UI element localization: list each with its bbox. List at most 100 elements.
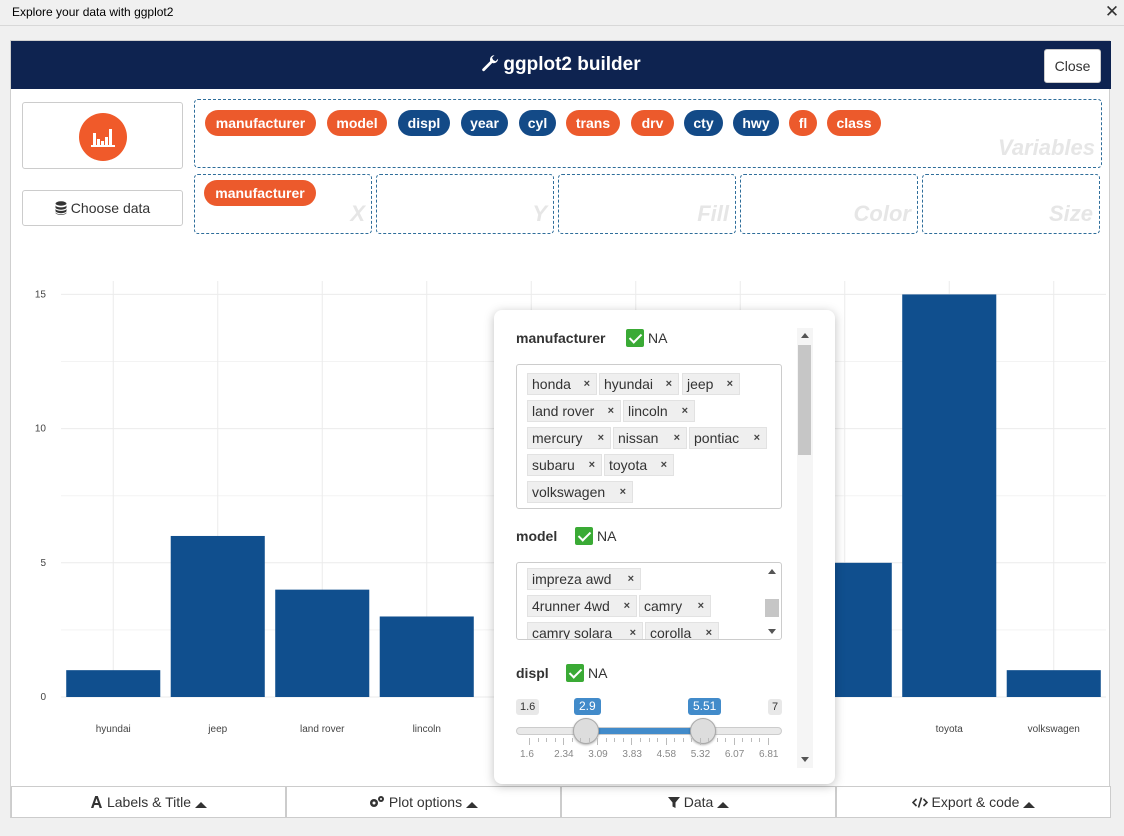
tag-label: land rover xyxy=(532,403,595,419)
tag-label: lincoln xyxy=(628,403,668,419)
remove-tag-icon[interactable]: × xyxy=(624,596,630,616)
remove-tag-icon[interactable]: × xyxy=(608,401,614,421)
tag-subaru[interactable]: subaru × xyxy=(527,454,602,476)
window-titlebar: Explore your data with ggplot2 ✕ xyxy=(0,0,1124,26)
manufacturer-na-checkbox[interactable] xyxy=(626,329,644,347)
remove-tag-icon[interactable]: × xyxy=(706,623,712,639)
displ-to-value: 5.51 xyxy=(688,698,722,715)
tag-honda[interactable]: honda × xyxy=(527,373,597,395)
slider-grid-tick xyxy=(639,738,641,742)
model-scroll-up-icon[interactable] xyxy=(768,569,776,574)
slider-grid-tick xyxy=(648,738,650,742)
tag-label: subaru xyxy=(532,457,575,473)
tag-label: mercury xyxy=(532,430,583,446)
panel-scroll-thumb[interactable] xyxy=(798,345,811,455)
displ-slider-from-handle[interactable] xyxy=(573,718,599,744)
remove-tag-icon[interactable]: × xyxy=(661,455,667,475)
bar-land-rover xyxy=(275,589,370,697)
tag-hyundai[interactable]: hyundai × xyxy=(599,373,679,395)
bar-toyota xyxy=(902,294,997,697)
manufacturer-na-label: NA xyxy=(648,330,668,346)
tag-impreza-awd[interactable]: impreza awd × xyxy=(527,568,641,590)
slider-grid-tick xyxy=(657,738,659,742)
scroll-down-icon[interactable] xyxy=(801,757,809,762)
displ-from-value: 2.9 xyxy=(574,698,601,715)
tag-jeep[interactable]: jeep × xyxy=(682,373,740,395)
tag-4runner-4wd[interactable]: 4runner 4wd × xyxy=(527,595,637,617)
remove-tag-icon[interactable]: × xyxy=(682,401,688,421)
slider-grid-tick xyxy=(708,738,710,742)
remove-tag-icon[interactable]: × xyxy=(630,623,636,639)
slider-grid-tick xyxy=(529,738,530,745)
tab-labels-title[interactable]: Labels & Title xyxy=(11,786,286,818)
tag-toyota[interactable]: toyota × xyxy=(604,454,674,476)
model-scroll-down-icon[interactable] xyxy=(768,629,776,634)
remove-tag-icon[interactable]: × xyxy=(674,428,680,448)
displ-max-label: 7 xyxy=(768,699,783,715)
caret-up-icon xyxy=(194,802,207,808)
tab-plot-options[interactable]: Plot options xyxy=(286,786,561,818)
x-tick-label: hyundai xyxy=(96,724,131,735)
slider-grid-label: 2.34 xyxy=(554,749,574,760)
remove-tag-icon[interactable]: × xyxy=(589,455,595,475)
tag-camry-solara[interactable]: camry solara × xyxy=(527,622,643,640)
filter-label-manufacturer: manufacturer xyxy=(516,330,606,346)
remove-tag-icon[interactable]: × xyxy=(754,428,760,448)
tag-volkswagen[interactable]: volkswagen × xyxy=(527,481,633,503)
bar-hyundai xyxy=(66,670,161,697)
slider-grid-tick xyxy=(546,738,548,742)
window-close-icon[interactable]: ✕ xyxy=(1104,1,1120,23)
model-na-label: NA xyxy=(597,528,617,544)
slider-grid-tick xyxy=(725,738,727,742)
x-tick-label: land rover xyxy=(300,724,345,735)
remove-tag-icon[interactable]: × xyxy=(628,569,634,589)
slider-grid-label: 3.83 xyxy=(622,749,642,760)
tag-label: pontiac xyxy=(694,430,740,446)
tag-label: jeep xyxy=(687,376,714,392)
tag-pontiac[interactable]: pontiac × xyxy=(689,427,767,449)
scroll-up-icon[interactable] xyxy=(801,333,809,338)
slider-grid-tick xyxy=(631,738,633,745)
tag-label: impreza awd xyxy=(532,571,612,587)
caret-up-icon xyxy=(717,802,730,808)
tag-corolla[interactable]: corolla × xyxy=(645,622,719,640)
slider-grid-tick xyxy=(605,738,607,742)
displ-na-checkbox[interactable] xyxy=(566,664,584,682)
tag-label: corolla xyxy=(650,625,692,640)
tag-nissan[interactable]: nissan × xyxy=(613,427,687,449)
tag-land-rover[interactable]: land rover × xyxy=(527,400,621,422)
model-scroll-thumb[interactable] xyxy=(765,599,779,617)
manufacturer-select[interactable]: honda × hyundai × jeep × land rover × lincol… xyxy=(516,364,782,509)
filter-label-model: model xyxy=(516,528,558,544)
tag-label: volkswagen xyxy=(532,484,606,500)
tag-mercury[interactable]: mercury × xyxy=(527,427,611,449)
slider-grid-tick xyxy=(537,738,539,742)
displ-min-label: 1.6 xyxy=(516,699,540,715)
tag-camry[interactable]: camry × xyxy=(639,595,711,617)
bar-jeep xyxy=(170,535,265,697)
tab-export-code-label: Export & code xyxy=(931,794,1020,810)
tag-lincoln[interactable]: lincoln × xyxy=(623,400,695,422)
remove-tag-icon[interactable]: × xyxy=(620,482,626,502)
remove-tag-icon[interactable]: × xyxy=(727,374,733,394)
slider-grid-tick xyxy=(554,738,556,742)
slider-grid-label: 3.09 xyxy=(588,749,608,760)
remove-tag-icon[interactable]: × xyxy=(584,374,590,394)
tag-label: camry solara xyxy=(532,625,613,640)
slider-grid-tick xyxy=(580,738,582,742)
tab-data[interactable]: Data xyxy=(561,786,836,818)
tab-export-code[interactable]: Export & code xyxy=(836,786,1111,818)
tag-label: toyota xyxy=(609,457,648,473)
x-tick-label: volkswagen xyxy=(1028,724,1080,735)
slider-grid-tick xyxy=(674,738,676,742)
remove-tag-icon[interactable]: × xyxy=(598,428,604,448)
slider-grid-tick xyxy=(563,738,565,745)
bar-lincoln xyxy=(379,616,474,697)
displ-slider-to-handle[interactable] xyxy=(690,718,716,744)
slider-grid-label: 5.32 xyxy=(690,749,711,760)
remove-tag-icon[interactable]: × xyxy=(698,596,704,616)
model-na-checkbox[interactable] xyxy=(575,527,593,545)
remove-tag-icon[interactable]: × xyxy=(666,374,672,394)
slider-grid-tick xyxy=(733,738,735,745)
model-select[interactable]: impreza awd × 4runner 4wd × camry × camry s… xyxy=(516,562,782,640)
